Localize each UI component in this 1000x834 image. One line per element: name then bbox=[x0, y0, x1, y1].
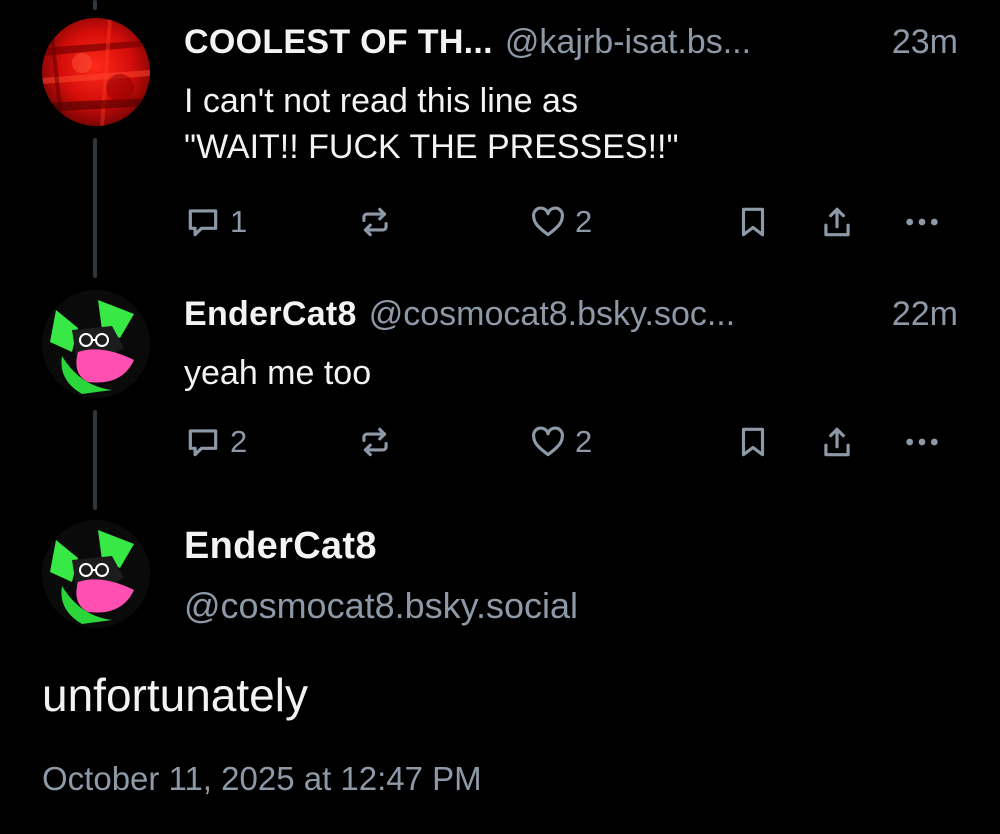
reply-count: 1 bbox=[230, 204, 248, 239]
display-name[interactable]: EnderCat8 bbox=[184, 525, 377, 568]
bookmark-icon bbox=[741, 207, 765, 237]
reply-header: COOLEST OF TH... @kajrb-isat.bs... 23m bbox=[184, 22, 958, 62]
display-name[interactable]: COOLEST OF TH... bbox=[184, 22, 493, 62]
like-count: 2 bbox=[575, 204, 593, 239]
share-icon bbox=[824, 207, 850, 237]
more-options-button[interactable] bbox=[902, 420, 942, 464]
post-text: unfortunately bbox=[42, 669, 308, 721]
share-button[interactable] bbox=[818, 200, 856, 244]
like-button[interactable]: 2 bbox=[529, 420, 592, 464]
user-handle[interactable]: @cosmocat8.bsky.social bbox=[184, 585, 578, 627]
reply-count: 2 bbox=[230, 424, 248, 459]
green-cat-avatar-image bbox=[42, 290, 150, 398]
speech-bubble-icon bbox=[188, 429, 218, 457]
avatar[interactable] bbox=[42, 520, 150, 628]
avatar[interactable] bbox=[42, 290, 150, 398]
post-text: I can't not read this line as "WAIT!! FU… bbox=[184, 82, 679, 166]
heart-icon bbox=[532, 206, 564, 237]
more-dots-icon bbox=[906, 218, 938, 226]
like-button[interactable]: 2 bbox=[529, 200, 592, 244]
user-handle[interactable]: @cosmocat8.bsky.soc... bbox=[369, 294, 880, 334]
speech-bubble-icon bbox=[188, 209, 218, 237]
red-texture-avatar-image bbox=[42, 18, 150, 126]
post-time[interactable]: 22m bbox=[892, 294, 958, 334]
repost-button[interactable] bbox=[356, 420, 402, 464]
thread-line-2 bbox=[93, 410, 97, 510]
repost-arrows-icon bbox=[362, 207, 388, 237]
repost-arrows-icon bbox=[362, 427, 388, 457]
bookmark-icon bbox=[741, 427, 765, 457]
post-time[interactable]: 23m bbox=[892, 22, 958, 62]
reply-header: EnderCat8 @cosmocat8.bsky.soc... 22m bbox=[184, 294, 958, 334]
share-button[interactable] bbox=[818, 420, 856, 464]
thread-line-1 bbox=[93, 138, 97, 278]
post-actions: 2 2 bbox=[184, 420, 964, 464]
bookmark-button[interactable] bbox=[734, 420, 772, 464]
reply-button[interactable]: 1 bbox=[184, 200, 247, 244]
post-actions: 1 2 bbox=[184, 200, 964, 244]
post-date: October 11, 2025 at 12:47 PM bbox=[42, 760, 482, 797]
reply-button[interactable]: 2 bbox=[184, 420, 247, 464]
heart-icon bbox=[532, 426, 564, 457]
like-count: 2 bbox=[575, 424, 593, 459]
share-icon bbox=[824, 427, 850, 457]
display-name[interactable]: EnderCat8 bbox=[184, 294, 357, 334]
user-handle[interactable]: @kajrb-isat.bs... bbox=[505, 22, 880, 62]
bookmark-button[interactable] bbox=[734, 200, 772, 244]
thread-line-top bbox=[93, 0, 97, 10]
repost-button[interactable] bbox=[356, 200, 402, 244]
more-options-button[interactable] bbox=[902, 200, 942, 244]
avatar[interactable] bbox=[42, 18, 150, 126]
green-cat-avatar-image bbox=[42, 520, 150, 628]
post-text: yeah me too bbox=[184, 354, 372, 392]
more-dots-icon bbox=[906, 438, 938, 446]
